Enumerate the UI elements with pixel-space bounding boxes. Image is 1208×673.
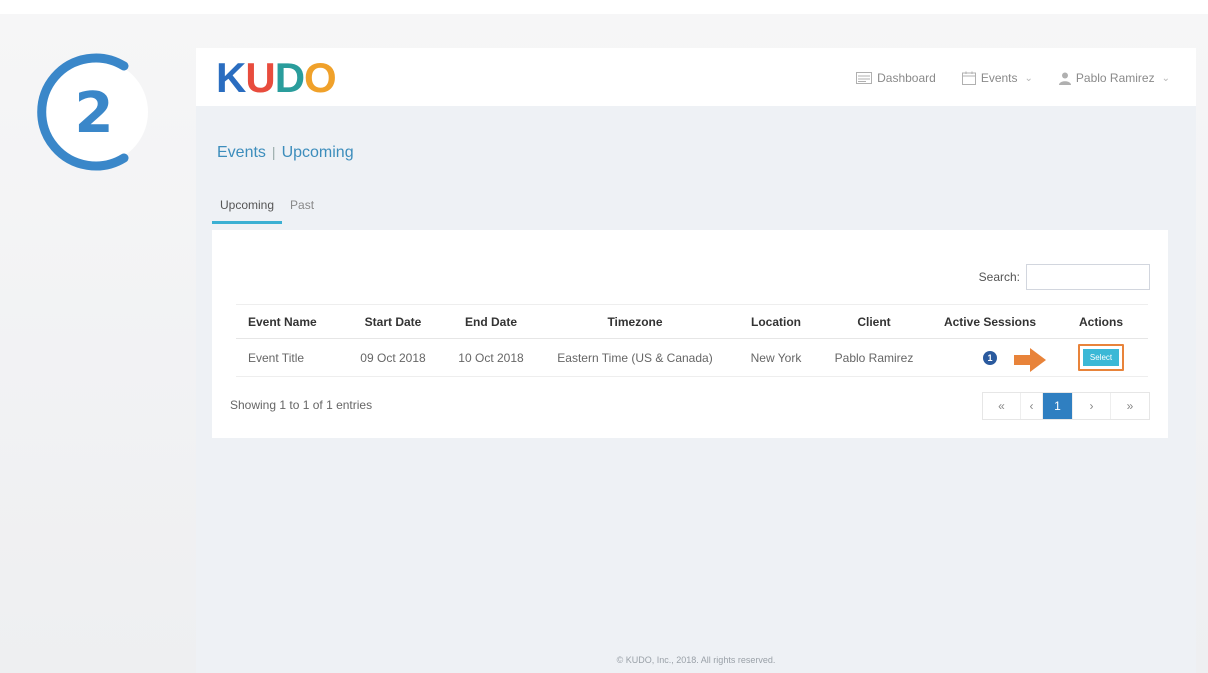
arrow-right-icon <box>1014 348 1046 372</box>
step-number: 2 <box>75 81 114 146</box>
app-window: KUDO Dashboard Events ⌄ Pablo Ramirez ⌄ … <box>196 48 1196 673</box>
cell-actions: Select <box>1014 338 1148 377</box>
chevron-down-icon: ⌄ <box>1161 72 1170 84</box>
user-icon <box>1058 72 1071 85</box>
page-top-band <box>0 0 1208 14</box>
column-header-timezone[interactable]: Timezone <box>540 304 730 339</box>
cell-timezone: Eastern Time (US & Canada) <box>540 338 730 377</box>
tab-past[interactable]: Past <box>282 196 322 224</box>
cell-start-date: 09 Oct 2018 <box>344 338 442 377</box>
logo-letter-u: U <box>245 54 275 101</box>
dashboard-icon <box>856 72 873 84</box>
nav-events-label: Events <box>980 71 1018 85</box>
tab-upcoming[interactable]: Upcoming <box>212 196 283 224</box>
search-row: Search: <box>979 264 1150 290</box>
event-tabs: Upcoming Past <box>212 196 322 224</box>
search-input[interactable] <box>1026 264 1150 290</box>
column-header-end-date[interactable]: End Date <box>442 304 540 339</box>
cell-end-date: 10 Oct 2018 <box>442 338 540 377</box>
cell-client: Pablo Ramirez <box>822 338 926 377</box>
nav-user-menu[interactable]: Pablo Ramirez ⌄ <box>1058 71 1170 85</box>
pagination-first-button[interactable]: « <box>983 393 1021 419</box>
pagination-last-button[interactable]: » <box>1111 393 1149 419</box>
calendar-icon <box>961 71 976 85</box>
table-row: Event Title 09 Oct 2018 10 Oct 2018 East… <box>236 338 1148 377</box>
select-event-button[interactable]: Select <box>1082 349 1120 366</box>
select-button-highlight: Select <box>1077 344 1125 371</box>
events-table-panel: Search: Event Name Start Date End Date T… <box>212 230 1168 438</box>
logo-letter-d: D <box>274 54 305 101</box>
column-header-start-date[interactable]: Start Date <box>344 304 442 339</box>
breadcrumb-section[interactable]: Events <box>217 144 266 161</box>
logo-letter-k: K <box>216 54 246 101</box>
pagination: « ‹ 1 › » <box>982 392 1150 420</box>
column-header-client[interactable]: Client <box>822 304 926 339</box>
logo-letter-o: O <box>304 54 337 101</box>
chevron-down-icon: ⌄ <box>1024 72 1033 84</box>
pagination-prev-button[interactable]: ‹ <box>1021 393 1043 419</box>
cell-event-name: Event Title <box>236 338 344 377</box>
pagination-page-1[interactable]: 1 <box>1043 393 1073 419</box>
kudo-logo[interactable]: KUDO <box>216 54 337 101</box>
column-header-location[interactable]: Location <box>730 304 822 339</box>
column-header-event-name[interactable]: Event Name <box>236 304 344 339</box>
top-navigation-bar: KUDO Dashboard Events ⌄ Pablo Ramirez ⌄ <box>196 48 1196 106</box>
events-table: Event Name Start Date End Date Timezone … <box>236 304 1148 377</box>
breadcrumb-page: Upcoming <box>281 144 354 161</box>
nav-dashboard[interactable]: Dashboard <box>856 71 936 85</box>
active-sessions-badge: 1 <box>983 351 997 365</box>
breadcrumb: Events | Upcoming <box>217 144 354 162</box>
nav-dashboard-label: Dashboard <box>877 71 936 85</box>
breadcrumb-separator: | <box>271 144 276 160</box>
step-number-badge: 2 <box>36 52 154 174</box>
nav-user-label: Pablo Ramirez <box>1075 71 1155 85</box>
nav-events[interactable]: Events ⌄ <box>961 71 1033 85</box>
entries-info: Showing 1 to 1 of 1 entries <box>230 398 373 412</box>
step-circle-icon: 2 <box>37 53 148 171</box>
pagination-next-button[interactable]: › <box>1073 393 1111 419</box>
column-header-active-sessions[interactable]: Active Sessions <box>926 304 1054 339</box>
nav-menu: Dashboard Events ⌄ Pablo Ramirez ⌄ <box>856 68 1170 88</box>
column-header-actions: Actions <box>1054 304 1148 339</box>
search-label: Search: <box>978 270 1020 284</box>
cell-location: New York <box>730 338 822 377</box>
table-header-row: Event Name Start Date End Date Timezone … <box>236 304 1148 339</box>
footer-copyright: © KUDO, Inc., 2018. All rights reserved. <box>616 655 776 665</box>
